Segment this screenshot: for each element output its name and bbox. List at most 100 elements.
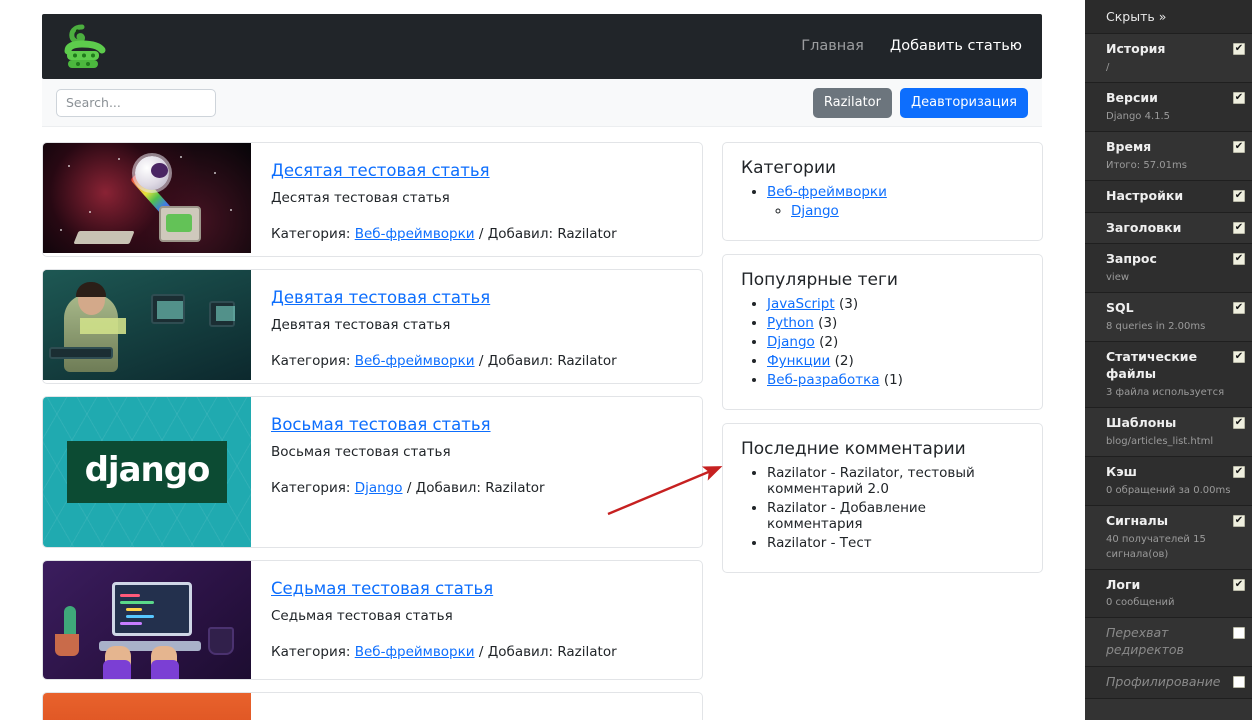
article-thumbnail[interactable]: django <box>43 397 251 547</box>
article-category-link[interactable]: Веб-фреймворки <box>355 353 475 369</box>
article-thumbnail[interactable] <box>43 270 251 383</box>
djdt-checkbox[interactable]: ✔ <box>1233 416 1245 429</box>
article-meta-author-label: / Добавил: <box>478 226 554 242</box>
articles-column: Десятая тестовая статья Десятая тестовая… <box>42 142 703 720</box>
article-author: Razilator <box>485 480 545 496</box>
djdt-panel-title: Шаблоны <box>1106 414 1177 430</box>
article-title-link[interactable]: Десятая тестовая статья <box>271 161 490 180</box>
article-thumbnail[interactable] <box>43 693 251 720</box>
site-logo[interactable] <box>56 19 112 75</box>
article-title-link[interactable]: Седьмая тестовая статья <box>271 579 493 598</box>
djdt-checkbox[interactable]: ✔ <box>1233 221 1245 234</box>
djdt-checkbox[interactable]: ✔ <box>1233 253 1245 266</box>
account-buttons: Razilator Деавторизация <box>812 87 1028 118</box>
djdt-checkbox[interactable]: ✔ <box>1233 578 1245 591</box>
djdt-panel-settings[interactable]: Настройки ✔ <box>1085 180 1252 213</box>
tag-link[interactable]: JavaScript <box>767 296 835 312</box>
djdt-checkbox[interactable]: ✔ <box>1233 43 1245 55</box>
djdt-panel-title: История <box>1106 41 1166 56</box>
nav-link-add-article[interactable]: Добавить статью <box>890 38 1022 54</box>
article-category-link[interactable]: Веб-фреймворки <box>355 226 475 242</box>
article-description: Седьмая тестовая статья <box>271 608 453 624</box>
tag-count: (3) <box>818 315 838 331</box>
tag-link[interactable]: Веб-разработка <box>767 372 880 388</box>
article-category-link[interactable]: Django <box>355 480 403 496</box>
article-thumbnail[interactable] <box>43 143 251 256</box>
djdt-checkbox[interactable]: ✔ <box>1233 351 1245 364</box>
djdt-panel-static-files[interactable]: Статические файлы 3 файла используется ✔ <box>1085 342 1252 408</box>
article-body: Девятая тестовая статья Девятая тестовая… <box>251 270 702 383</box>
djdt-filler <box>1085 699 1252 720</box>
list-item: Функции (2) <box>767 353 1024 369</box>
djdt-panel-request[interactable]: Запрос view ✔ <box>1085 244 1252 294</box>
djdt-panel-headers[interactable]: Заголовки ✔ <box>1085 212 1252 245</box>
article-category-link[interactable]: Веб-фреймворки <box>355 644 475 660</box>
article-card[interactable]: Десятая тестовая статья Десятая тестовая… <box>42 142 703 257</box>
navbar-links: Главная Добавить статью <box>801 38 1022 56</box>
article-card[interactable]: Девятая тестовая статья Девятая тестовая… <box>42 269 703 384</box>
categories-widget: Категории Веб-фреймворки Django <box>722 142 1043 241</box>
article-meta: Категория: Веб-фреймворки / Добавил: Raz… <box>271 353 686 369</box>
article-body: Седьмая тестовая статья Седьмая тестовая… <box>251 561 702 679</box>
list-item: Razilator - Тест <box>767 535 1024 551</box>
djdt-panel-title: Логи <box>1106 576 1141 592</box>
category-link[interactable]: Веб-фреймворки <box>767 184 887 200</box>
djdt-panel-subtitle: 0 сообщений <box>1106 597 1175 609</box>
djdt-panel-signals[interactable]: Сигналы 40 получателей 15 сигнала(ов) ✔ <box>1085 505 1252 570</box>
djdt-panel-title: Сигналы <box>1106 512 1168 528</box>
djdt-checkbox[interactable]: ✔ <box>1233 140 1245 153</box>
latest-comments-list: Razilator - Razilator, тестовый коммента… <box>741 465 1024 551</box>
djdt-panel-sql[interactable]: SQL 8 queries in 2.00ms ✔ <box>1085 293 1252 343</box>
djdt-panel-subtitle: 3 файла используется <box>1106 386 1225 398</box>
page-root: Главная Добавить статью Razilator Деавто… <box>0 0 1252 720</box>
article-meta-author-label: / Добавил: <box>478 644 554 660</box>
tag-link[interactable]: Django <box>767 334 815 350</box>
subcategory-link[interactable]: Django <box>791 203 839 219</box>
djdt-panel-subtitle: / <box>1106 61 1110 73</box>
django-wordmark: django <box>66 441 228 503</box>
djdt-checkbox[interactable]: ✔ <box>1233 91 1245 104</box>
djdt-hide-button[interactable]: Скрыть » <box>1085 0 1252 34</box>
nav-link-home[interactable]: Главная <box>801 38 864 54</box>
article-body <box>251 693 702 720</box>
search-input[interactable] <box>56 88 216 117</box>
sidebar-column: Категории Веб-фреймворки Django <box>722 142 1043 586</box>
djdt-panel-versions[interactable]: Версии Django 4.1.5 ✔ <box>1085 82 1252 132</box>
djdt-checkbox[interactable] <box>1233 627 1245 640</box>
article-card[interactable] <box>42 692 703 720</box>
djdt-checkbox[interactable]: ✔ <box>1233 514 1245 527</box>
article-title-link[interactable]: Девятая тестовая статья <box>271 288 490 307</box>
djdt-panel-title: Перехват редиректов <box>1106 625 1184 658</box>
tag-link[interactable]: Функции <box>767 353 830 369</box>
logout-button[interactable]: Деавторизация <box>899 87 1028 118</box>
article-thumbnail[interactable] <box>43 561 251 679</box>
djdt-panel-title: Настройки <box>1106 187 1184 203</box>
djdt-panel-redirects[interactable]: Перехват редиректов <box>1085 618 1252 668</box>
list-item: Django (2) <box>767 334 1024 350</box>
djdt-panel-subtitle: blog/articles_list.html <box>1106 435 1214 447</box>
article-description: Восьмая тестовая статья <box>271 444 451 460</box>
djdt-checkbox[interactable]: ✔ <box>1233 302 1245 315</box>
article-title-link[interactable]: Восьмая тестовая статья <box>271 415 491 434</box>
djdt-panel-title: Версии <box>1106 89 1158 105</box>
django-logo-image: django <box>43 397 251 547</box>
djdt-panel-profiling[interactable]: Профилирование <box>1085 667 1252 699</box>
tag-link[interactable]: Python <box>767 315 814 331</box>
djdt-panel-cache[interactable]: Кэш 0 обращений за 0.00ms ✔ <box>1085 456 1252 506</box>
djdt-panel-history[interactable]: История / ✔ <box>1085 34 1252 83</box>
navbar: Главная Добавить статью <box>42 14 1042 79</box>
article-card[interactable]: Седьмая тестовая статья Седьмая тестовая… <box>42 560 703 680</box>
djdt-panel-subtitle: 40 получателей 15 сигнала(ов) <box>1106 533 1206 560</box>
djdt-checkbox[interactable]: ✔ <box>1233 465 1245 478</box>
article-meta: Категория: Веб-фреймворки / Добавил: Raz… <box>271 644 686 660</box>
djdt-panel-subtitle: view <box>1106 272 1130 284</box>
djdt-checkbox[interactable] <box>1233 676 1245 689</box>
djdt-panel-logging[interactable]: Логи 0 сообщений ✔ <box>1085 569 1252 619</box>
article-card[interactable]: django Восьмая тестовая статья Восьмая т… <box>42 396 703 548</box>
djdt-panel-time[interactable]: Время Итого: 57.01ms ✔ <box>1085 131 1252 181</box>
djdt-checkbox[interactable]: ✔ <box>1233 189 1245 202</box>
djdt-panel-templates[interactable]: Шаблоны blog/articles_list.html ✔ <box>1085 407 1252 457</box>
categories-widget-title: Категории <box>741 158 837 178</box>
user-button[interactable]: Razilator <box>812 87 892 118</box>
djdt-panel-title: SQL <box>1106 300 1134 316</box>
